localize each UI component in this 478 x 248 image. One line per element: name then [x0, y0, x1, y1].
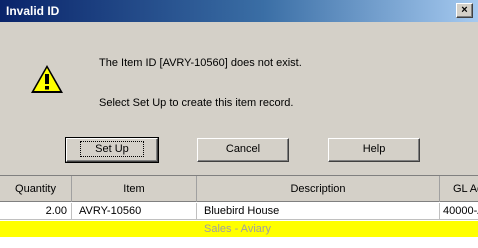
close-button[interactable]: ×: [456, 3, 473, 18]
line-items-grid: Quantity Item Description GL Acc 2.00 AV…: [0, 175, 478, 248]
instruction-message: Select Set Up to create this item record…: [99, 97, 294, 109]
item-cell[interactable]: AVRY-10560: [72, 203, 197, 220]
table-row[interactable]: 2.00 AVRY-10560 Bluebird House 40000-A: [0, 203, 478, 220]
column-header-description[interactable]: Description: [197, 176, 440, 202]
setup-button-label: Set Up: [80, 141, 144, 157]
gl-account-description: Sales - Aviary: [204, 223, 272, 235]
invalid-id-dialog: Invalid ID × The Item ID [AVRY-10560] do…: [0, 0, 478, 175]
column-header-quantity[interactable]: Quantity: [0, 176, 72, 202]
dialog-titlebar[interactable]: Invalid ID ×: [0, 0, 478, 22]
cancel-button[interactable]: Cancel: [197, 138, 289, 162]
column-header-item[interactable]: Item: [72, 176, 197, 202]
dialog-title: Invalid ID: [6, 4, 60, 18]
setup-button[interactable]: Set Up: [65, 137, 159, 163]
warning-icon: [31, 65, 63, 93]
error-message: The Item ID [AVRY-10560] does not exist.: [99, 57, 302, 69]
help-button[interactable]: Help: [328, 138, 420, 162]
grid-header: Quantity Item Description GL Acc: [0, 176, 478, 202]
close-icon: ×: [461, 4, 468, 16]
gl-account-cell[interactable]: 40000-A: [440, 203, 478, 220]
description-cell[interactable]: Bluebird House: [197, 203, 440, 220]
quantity-cell[interactable]: 2.00: [0, 203, 72, 220]
table-subrow: Sales - Aviary: [0, 221, 478, 237]
column-header-gl-account[interactable]: GL Acc: [440, 176, 478, 202]
